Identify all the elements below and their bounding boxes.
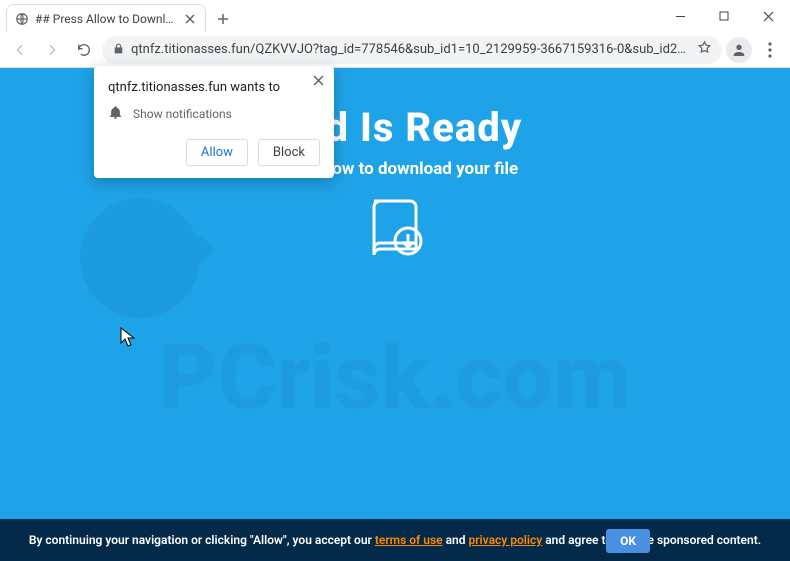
close-icon[interactable]: [313, 74, 324, 90]
address-bar[interactable]: qtnfz.titionasses.fun/QZKVVJO?tag_id=778…: [102, 36, 722, 64]
mouse-cursor-icon: [120, 327, 136, 347]
browser-titlebar: ## Press Allow to Download ##: [0, 0, 790, 32]
globe-icon: [15, 12, 29, 26]
tab-title: ## Press Allow to Download ##: [35, 12, 177, 26]
url-text: qtnfz.titionasses.fun/QZKVVJO?tag_id=778…: [131, 42, 691, 57]
allow-button[interactable]: Allow: [186, 139, 248, 166]
browser-tab[interactable]: ## Press Allow to Download ##: [6, 4, 206, 32]
lock-icon: [112, 40, 125, 59]
notification-prompt: qtnfz.titionasses.fun wants to Show noti…: [94, 66, 334, 178]
reload-button[interactable]: [70, 36, 98, 64]
close-window-button[interactable]: [746, 0, 790, 32]
privacy-link[interactable]: privacy policy: [468, 533, 542, 547]
notification-permission-row: Show notifications: [108, 105, 320, 123]
new-tab-button[interactable]: [210, 6, 236, 32]
back-button[interactable]: [6, 36, 34, 64]
notification-actions: Allow Block: [108, 139, 320, 166]
bookmark-star-icon[interactable]: [697, 40, 712, 59]
svg-text:PCrisk.com: PCrisk.com: [159, 325, 631, 430]
download-book-icon: [360, 193, 430, 263]
notification-origin: qtnfz.titionasses.fun wants to: [108, 80, 320, 95]
forward-button[interactable]: [38, 36, 66, 64]
browser-toolbar: qtnfz.titionasses.fun/QZKVVJO?tag_id=778…: [0, 32, 790, 68]
window-controls: [658, 0, 790, 32]
minimize-button[interactable]: [658, 0, 702, 32]
menu-button[interactable]: [756, 36, 784, 64]
maximize-button[interactable]: [702, 0, 746, 32]
notification-permission-label: Show notifications: [133, 107, 232, 121]
consent-ok-button[interactable]: OK: [606, 529, 650, 553]
profile-avatar[interactable]: [726, 37, 752, 63]
terms-link[interactable]: terms of use: [375, 533, 443, 547]
consent-bar: By continuing your navigation or clickin…: [0, 519, 790, 561]
consent-text: By continuing your navigation or clickin…: [29, 533, 761, 547]
tab-close-icon[interactable]: [183, 12, 197, 26]
block-button[interactable]: Block: [258, 139, 320, 166]
bell-icon: [108, 105, 123, 123]
